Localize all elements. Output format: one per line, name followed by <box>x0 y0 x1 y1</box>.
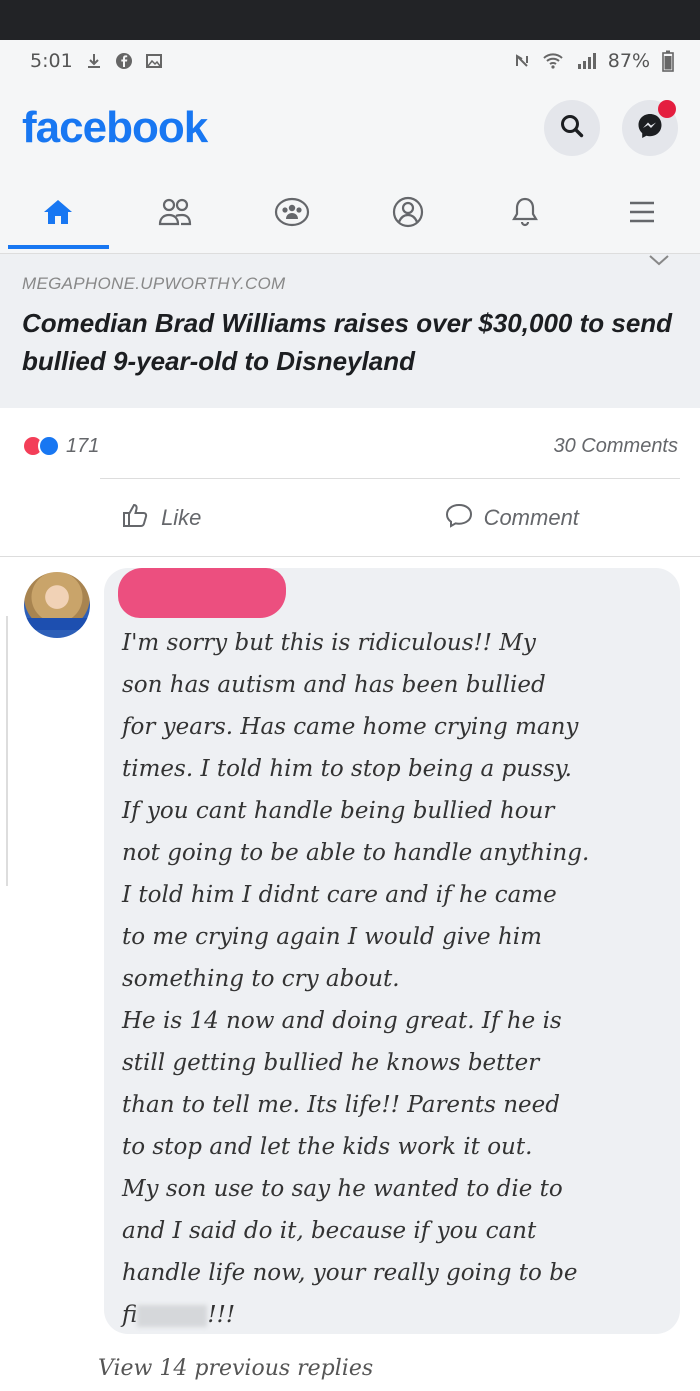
comment-text: I'm sorry but this is ridiculous!! My so… <box>122 622 662 1336</box>
like-reaction-icon <box>38 435 60 457</box>
nav-tabs <box>0 174 700 254</box>
download-icon <box>85 52 103 70</box>
censored-word <box>137 1305 208 1327</box>
comment-last-line-end: !!! <box>207 1302 236 1328</box>
comment-bubble: I'm sorry but this is ridiculous!! My so… <box>104 568 680 1334</box>
tab-home[interactable] <box>0 174 117 253</box>
facebook-logo[interactable]: facebook <box>22 103 208 153</box>
status-bar: 5:01 87% <box>0 40 700 82</box>
mute-icon <box>514 53 530 69</box>
groups-icon <box>273 196 311 232</box>
reaction-summary[interactable]: 171 <box>22 435 99 458</box>
profile-icon <box>391 195 425 233</box>
tab-notifications[interactable] <box>467 174 584 253</box>
reaction-icons <box>22 435 60 457</box>
tab-menu[interactable] <box>583 174 700 253</box>
reaction-count: 171 <box>66 434 100 457</box>
post-actions: Like Comment <box>0 480 700 556</box>
battery-icon <box>662 50 674 72</box>
notification-badge <box>658 100 676 118</box>
link-title[interactable]: Comedian Brad Williams raises over $30,0… <box>22 304 678 380</box>
like-button[interactable]: Like <box>121 501 201 535</box>
messenger-button[interactable] <box>622 100 678 156</box>
wifi-icon <box>542 52 564 70</box>
search-icon <box>559 113 585 143</box>
home-icon <box>41 197 75 231</box>
app-header: facebook <box>0 82 700 174</box>
friends-icon <box>157 196 193 232</box>
link-domain: MEGAPHONE.UPWORTHY.COM <box>22 274 286 293</box>
facebook-notification-icon <box>115 52 133 70</box>
tab-groups[interactable] <box>233 174 350 253</box>
like-label: Like <box>161 505 202 530</box>
gallery-icon <box>145 52 163 70</box>
status-time: 5:01 <box>30 50 73 72</box>
divider <box>100 478 680 479</box>
tab-friends[interactable] <box>117 174 234 253</box>
avatar[interactable] <box>24 572 90 638</box>
comment-body: I'm sorry but this is ridiculous!! My so… <box>122 630 590 1286</box>
tab-profile[interactable] <box>350 174 467 253</box>
thumbs-up-icon <box>121 501 151 535</box>
comment-button[interactable]: Comment <box>444 501 579 535</box>
top-bezel <box>0 0 700 40</box>
redacted-name <box>118 568 286 618</box>
comment-count[interactable]: 30 Comments <box>554 435 679 458</box>
comment-bubble-icon <box>444 501 474 535</box>
link-preview-card[interactable]: MEGAPHONE.UPWORTHY.COM Comedian Brad Wil… <box>0 254 700 408</box>
menu-icon <box>627 198 657 230</box>
battery-percent: 87% <box>607 50 650 72</box>
view-replies-link[interactable]: View 14 previous replies <box>98 1356 373 1381</box>
search-button[interactable] <box>544 100 600 156</box>
signal-icon <box>576 52 596 70</box>
chevron-down-icon <box>644 254 674 274</box>
bell-icon <box>510 195 540 233</box>
avatar-frame-banner <box>24 618 90 630</box>
comment-label: Comment <box>483 505 579 530</box>
post-stats: 171 30 Comments <box>0 418 700 474</box>
thread-line <box>6 616 8 886</box>
divider <box>0 556 700 557</box>
comment-last-line-start: fi <box>122 1302 138 1328</box>
